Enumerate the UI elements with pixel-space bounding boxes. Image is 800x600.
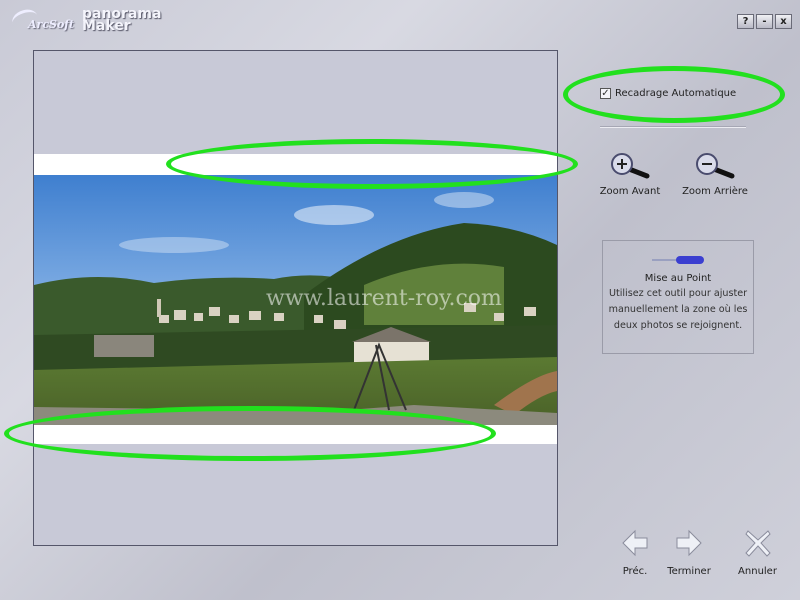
panorama-preview[interactable]: www.laurent-roy.com — [33, 50, 558, 546]
minimize-button[interactable]: - — [756, 14, 773, 29]
auto-crop-checkbox[interactable]: ✓ Recadrage Automatique — [600, 88, 736, 99]
magnifier-plus-icon — [611, 153, 650, 179]
watermark-text: www.laurent-roy.com — [266, 286, 502, 311]
app-window: ArcSoft panorama Maker ? - x www.laurent… — [0, 0, 800, 600]
close-button[interactable]: x — [775, 14, 792, 29]
divider — [600, 126, 746, 128]
cancel-button[interactable]: Annuler — [730, 528, 785, 577]
x-icon — [744, 530, 771, 557]
arrow-right-icon — [676, 529, 702, 557]
logo-brand: ArcSoft — [28, 18, 75, 31]
focus-tool-title: Mise au Point — [644, 273, 712, 284]
panorama-image: www.laurent-roy.com — [34, 175, 557, 425]
screwdriver-icon[interactable] — [648, 253, 708, 267]
zoom-in-label: Zoom Avant — [599, 186, 661, 197]
previous-label: Préc. — [622, 566, 648, 577]
finish-button[interactable]: Terminer — [657, 528, 721, 577]
magnifier-minus-icon — [696, 153, 735, 179]
zoom-in-button[interactable]: Zoom Avant — [590, 152, 670, 197]
arrow-left-icon — [622, 529, 648, 557]
logo-product: panorama Maker — [82, 7, 161, 33]
auto-crop-label: Recadrage Automatique — [615, 88, 737, 99]
zoom-out-label: Zoom Arrière — [682, 186, 748, 197]
cancel-label: Annuler — [738, 566, 777, 577]
focus-tool-description: Utilisez cet outil pour ajuster manuelle… — [608, 288, 748, 331]
checkbox-box[interactable]: ✓ — [600, 88, 611, 99]
window-controls: ? - x — [737, 14, 792, 29]
zoom-out-button[interactable]: Zoom Arrière — [675, 152, 755, 197]
help-button[interactable]: ? — [737, 14, 754, 29]
app-logo: ArcSoft panorama Maker — [9, 6, 182, 38]
focus-tool-panel[interactable]: Mise au Point Utilisez cet outil pour aj… — [602, 240, 754, 354]
previous-button[interactable]: Préc. — [610, 528, 660, 577]
finish-label: Terminer — [667, 566, 711, 577]
